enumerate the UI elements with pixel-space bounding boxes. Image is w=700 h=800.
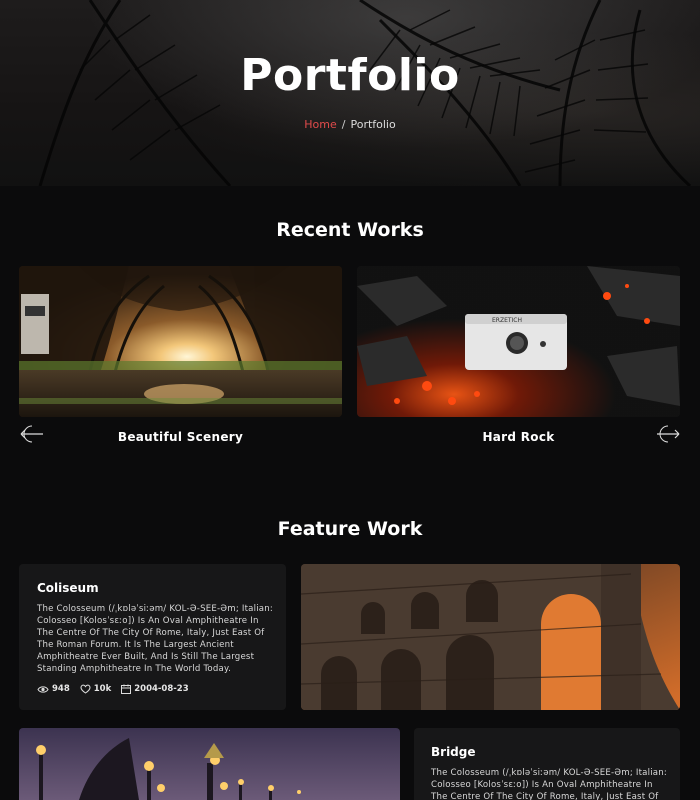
feature-stats: 948 10k 2004-08-23 [37, 684, 189, 694]
feature-photo-bridge[interactable] [19, 728, 400, 800]
eye-icon [37, 685, 49, 693]
feature-title: Coliseum [37, 581, 99, 595]
amplifier-on-embers-photo: ERZETICH [357, 266, 680, 417]
work-caption[interactable]: Hard Rock [357, 430, 680, 444]
views-stat: 948 [37, 684, 70, 694]
work-card-beautiful-scenery[interactable] [19, 266, 342, 417]
arrow-right-icon[interactable] [654, 425, 682, 443]
breadcrumb-current: Portfolio [350, 118, 396, 131]
feature-description: The Colosseum (/ˌkɒləˈsiːəm/ KOL-Ə-SEE-Ə… [431, 768, 667, 800]
arrow-left-icon[interactable] [18, 425, 46, 443]
work-caption[interactable]: Beautiful Scenery [19, 430, 342, 444]
bridge-lamps-photo [19, 728, 400, 800]
date-stat: 2004-08-23 [121, 684, 189, 694]
breadcrumb-home-link[interactable]: Home [304, 118, 336, 131]
breadcrumb: Home / Portfolio [0, 118, 700, 131]
page-title: Portfolio [240, 50, 460, 101]
colosseum-photo [301, 564, 680, 710]
svg-text:ERZETICH: ERZETICH [492, 317, 522, 324]
work-card-hard-rock[interactable]: ERZETICH [357, 266, 680, 417]
likes-stat[interactable]: 10k [80, 684, 111, 694]
feature-card-coliseum[interactable]: Coliseum The Colosseum (/ˌkɒləˈsiːəm/ KO… [19, 564, 286, 710]
feature-title: Bridge [431, 745, 476, 759]
calendar-icon [121, 684, 132, 694]
breadcrumb-separator: / [341, 118, 346, 131]
feature-card-bridge[interactable]: Bridge The Colosseum (/ˌkɒləˈsiːəm/ KOL-… [414, 728, 680, 800]
feature-description: The Colosseum (/ˌkɒləˈsiːəm/ KOL-Ə-SEE-Ə… [37, 604, 273, 674]
hero-banner: Portfolio Home / Portfolio [0, 0, 700, 186]
feature-photo-coliseum[interactable] [301, 564, 680, 710]
feature-work-heading: Feature Work [277, 518, 423, 540]
recent-works-heading: Recent Works [276, 219, 424, 241]
forest-tunnel-photo [19, 266, 342, 417]
heart-icon [80, 684, 91, 694]
